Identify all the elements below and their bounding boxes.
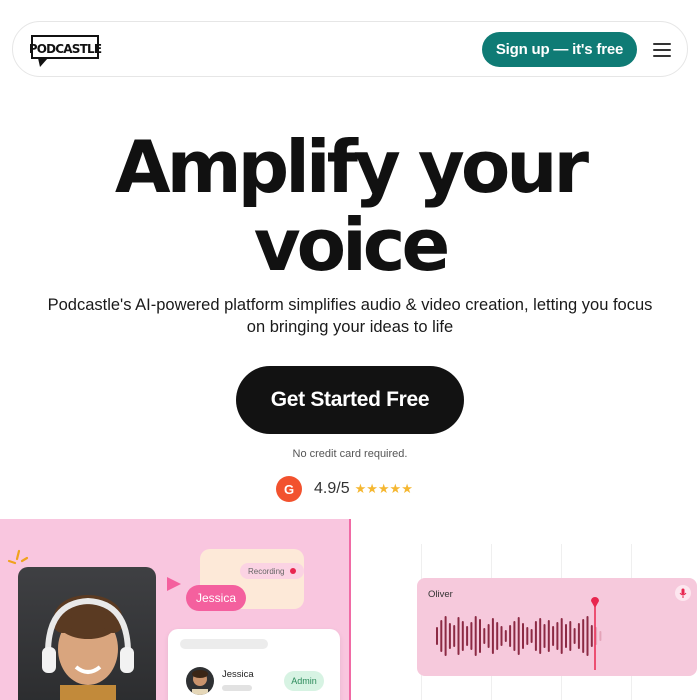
recording-dot-icon xyxy=(290,568,297,574)
waveform-bar xyxy=(552,626,555,646)
waveform-bar xyxy=(586,616,589,656)
recording-label: Recording xyxy=(248,566,285,576)
waveform-bar xyxy=(457,617,460,655)
waveform-bar xyxy=(509,625,512,647)
rating-row: G 4.9/5 ★★★★★ xyxy=(276,476,413,502)
podcastle-logo[interactable]: PODCASTLE xyxy=(30,34,102,70)
waveform-bar xyxy=(487,624,490,648)
hero-subtitle-line1: Podcastle's AI-powered platform simplifi… xyxy=(47,296,653,314)
waveform-bar xyxy=(582,619,585,653)
placeholder-bar xyxy=(180,639,268,649)
hero-title-line2: voice xyxy=(253,203,451,287)
get-started-button[interactable]: Get Started Free xyxy=(236,366,464,434)
waveform-bar xyxy=(534,621,537,651)
hero-title-line1: Amplify your xyxy=(114,125,589,209)
waveform-bar xyxy=(474,616,477,656)
cursor-pointer-icon xyxy=(167,577,181,591)
waveform-bar xyxy=(453,625,456,647)
avatar xyxy=(186,667,214,695)
recording-badge: Recording xyxy=(240,563,305,579)
waveform-bar xyxy=(569,621,572,651)
waveform-bar xyxy=(577,623,580,649)
waveform-bar xyxy=(479,619,481,653)
waveform-bar xyxy=(526,627,529,645)
waveform-bar xyxy=(556,622,559,650)
hero-subtitle-line2: on bringing your ideas to life xyxy=(246,318,454,336)
waveform-bar xyxy=(573,628,576,644)
logo-text: PODCASTLE xyxy=(30,42,102,56)
waveform-bar xyxy=(517,617,520,655)
role-badge: Admin xyxy=(284,671,324,691)
waveform-bar xyxy=(496,622,499,650)
waveform-bar xyxy=(522,623,524,649)
waveform-bar xyxy=(466,626,469,646)
signup-button[interactable]: Sign up — it's free xyxy=(482,32,637,67)
waveform-bar xyxy=(539,618,542,654)
waveform-bar xyxy=(500,626,503,646)
waveform-bar xyxy=(547,620,550,652)
waveform xyxy=(436,597,602,670)
waveform-bar xyxy=(504,630,507,642)
hero-subtitle: Podcastle's AI-powered platform simplifi… xyxy=(40,294,660,338)
rating-score: 4.9/5 xyxy=(314,480,350,497)
waveform-bar xyxy=(461,621,464,651)
waveform-bar xyxy=(436,627,438,645)
user-row: Jessica Admin xyxy=(176,659,332,699)
hero-title: Amplify your voice xyxy=(0,128,700,284)
waveform-bar xyxy=(565,624,567,648)
audio-track-card: Oliver xyxy=(417,578,697,676)
waveform-bar xyxy=(491,618,494,654)
star-rating-icons: ★★★★★ xyxy=(354,481,413,496)
waveform-bar xyxy=(543,624,546,648)
waveform-bar xyxy=(530,629,533,643)
waveform-bar xyxy=(470,622,473,650)
top-navbar: PODCASTLE Sign up — it's free xyxy=(12,21,688,77)
hamburger-menu-icon[interactable] xyxy=(653,39,671,59)
podcaster-photo xyxy=(18,567,156,700)
g2-logo-icon: G xyxy=(276,476,302,502)
playhead-handle[interactable] xyxy=(591,597,599,608)
waveform-bar xyxy=(560,618,563,654)
user-name: Jessica xyxy=(222,669,254,680)
users-card: Jessica Admin xyxy=(168,629,340,700)
waveform-bar xyxy=(440,620,443,652)
waveform-bar xyxy=(599,631,602,641)
waveform-bar xyxy=(483,628,486,644)
waveform-bar xyxy=(590,625,593,647)
waveform-bar xyxy=(444,616,447,656)
waveform-bar xyxy=(448,623,451,649)
demo-recording-panel: Recording Jessica Jessica Admin xyxy=(0,519,351,700)
waveform-bar xyxy=(513,621,516,651)
no-credit-card-note: No credit card required. xyxy=(292,448,408,460)
placeholder-bar xyxy=(222,685,252,691)
speaker-tag: Jessica xyxy=(186,585,246,611)
